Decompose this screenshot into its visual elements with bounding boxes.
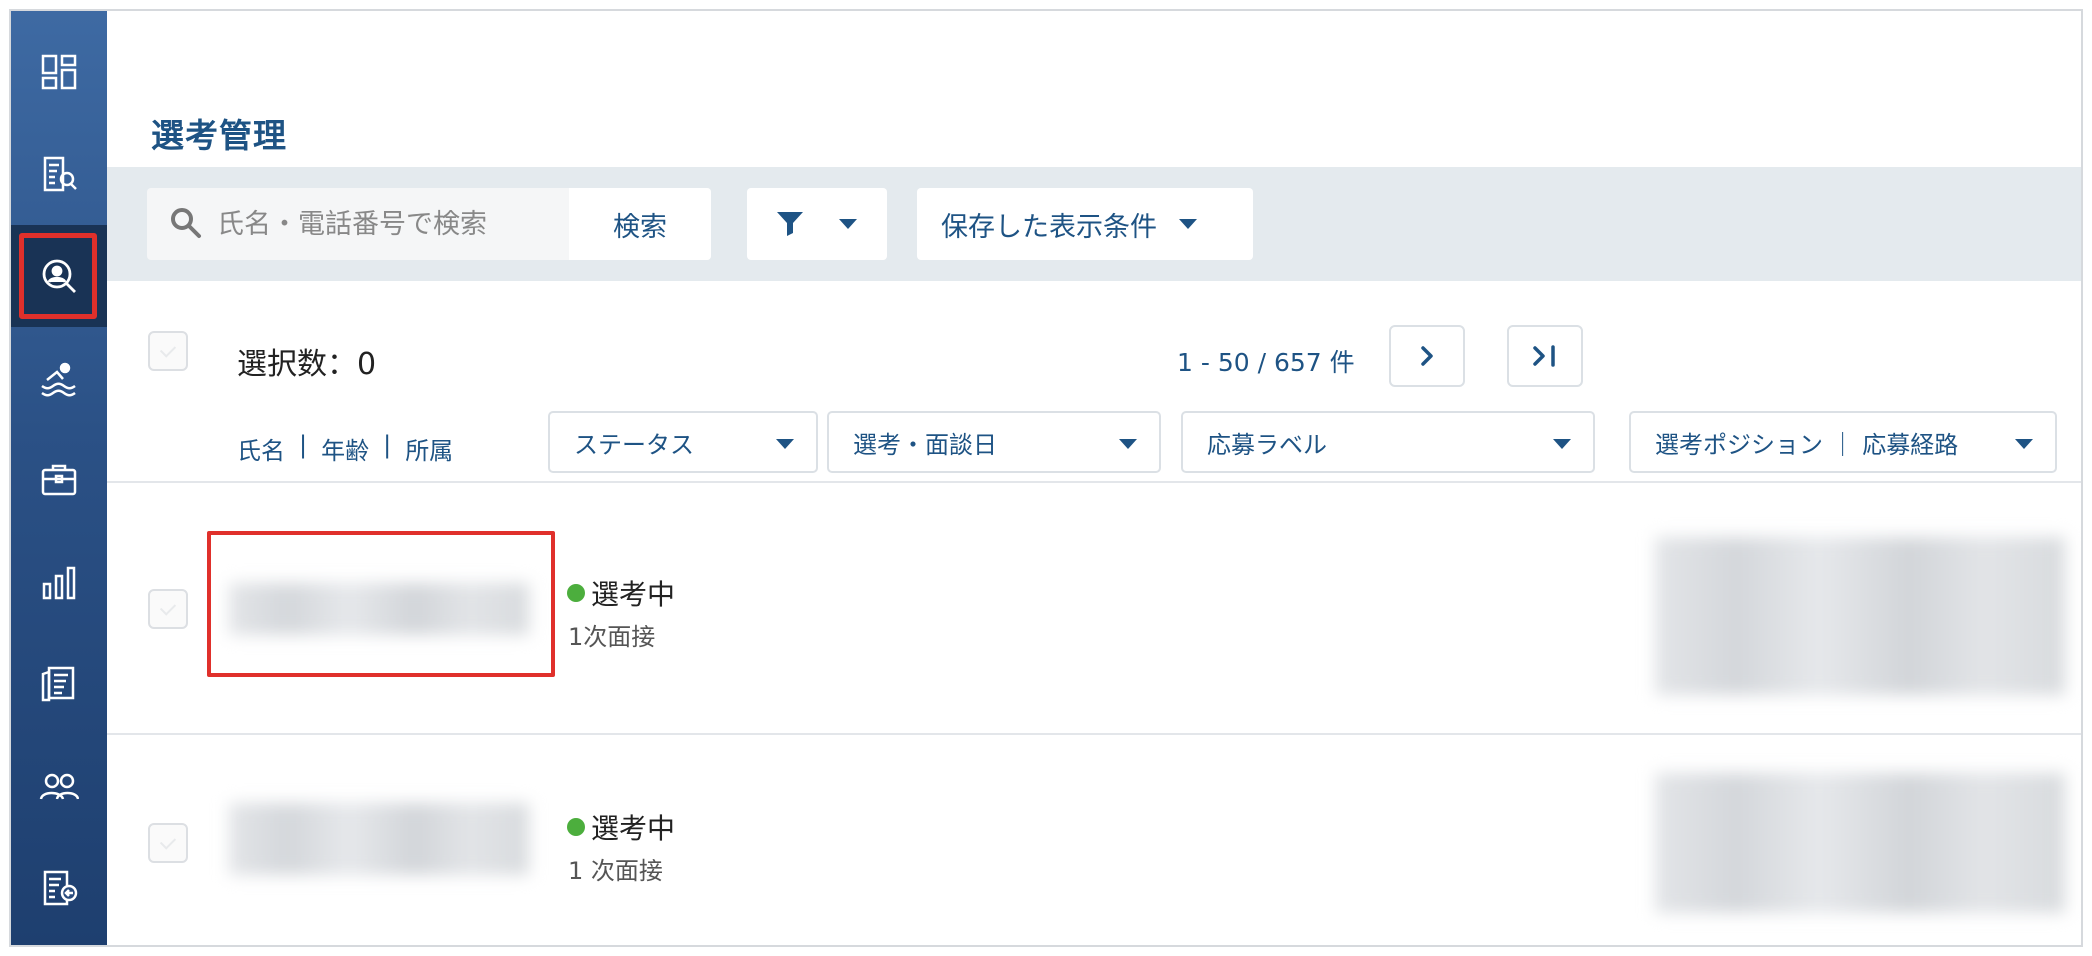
application-label-column-dropdown[interactable]: 応募ラベル xyxy=(1181,411,1595,473)
briefcase-icon xyxy=(41,464,77,496)
chevron-down-icon xyxy=(2015,439,2033,449)
status-text: 選考中 xyxy=(591,578,676,611)
position-route-redacted xyxy=(1655,537,2065,695)
separator: | xyxy=(299,431,308,459)
candidate-name-redacted[interactable] xyxy=(229,803,529,875)
sidebar-item-briefcase[interactable] xyxy=(11,429,107,531)
sidebar-item-swimmer[interactable] xyxy=(11,327,107,429)
sort-by-age[interactable]: 年齢 xyxy=(321,431,369,466)
status-badge: 選考中 xyxy=(567,573,675,613)
sidebar-item-analytics[interactable] xyxy=(11,531,107,633)
export-list-icon xyxy=(43,870,78,906)
application-label-column-label: 応募ラベル xyxy=(1207,430,1327,459)
sidebar-item-documents[interactable] xyxy=(11,633,107,735)
filter-dropdown-button[interactable] xyxy=(747,188,887,260)
chevron-down-icon xyxy=(1119,439,1137,449)
sort-by-name[interactable]: 氏名 xyxy=(237,431,285,466)
bar-chart-icon xyxy=(42,566,76,600)
search-input[interactable] xyxy=(217,188,557,260)
sidebar-item-users[interactable] xyxy=(11,735,107,837)
row-divider xyxy=(107,733,2081,735)
search-button[interactable]: 検索 xyxy=(569,188,711,260)
sidebar-item-job-search[interactable] xyxy=(11,123,107,225)
search-box: 検索 xyxy=(147,188,711,260)
chevron-down-icon xyxy=(776,439,794,449)
select-all-checkbox[interactable] xyxy=(148,331,188,371)
users-icon xyxy=(39,773,79,800)
highlight-box xyxy=(207,531,555,677)
position-route-column-label: 選考ポジション ｜ 応募経路 xyxy=(1655,430,1959,459)
selection-stage: 1 次面接 xyxy=(568,857,663,885)
status-column-dropdown[interactable]: ステータス xyxy=(548,411,818,473)
separator: | xyxy=(383,431,392,459)
status-dot xyxy=(567,818,585,836)
sidebar xyxy=(11,11,107,945)
position-route-redacted xyxy=(1655,773,2065,913)
sidebar-item-dashboard[interactable] xyxy=(11,21,107,123)
highlight-box xyxy=(19,233,97,319)
chevron-down-icon xyxy=(1553,439,1571,449)
job-search-icon xyxy=(43,156,77,192)
status-column-label: ステータス xyxy=(574,430,694,459)
chevron-down-icon xyxy=(839,219,857,229)
chevron-right-icon xyxy=(1421,346,1433,366)
position-route-column-dropdown[interactable]: 選考ポジション ｜ 応募経路 xyxy=(1629,411,2057,473)
sort-links: 氏名 | 年齢 | 所属 xyxy=(237,431,453,466)
interview-date-column-dropdown[interactable]: 選考・面談日 xyxy=(827,411,1161,473)
header-divider xyxy=(107,481,2081,483)
status-badge: 選考中 xyxy=(567,807,675,847)
dashboard-icon xyxy=(41,54,77,90)
selection-stage: 1次面接 xyxy=(568,623,656,651)
status-text: 選考中 xyxy=(591,812,676,845)
search-icon xyxy=(171,208,201,238)
row-checkbox[interactable] xyxy=(148,823,188,863)
chevron-down-icon xyxy=(1179,219,1197,229)
result-range: 1 - 50 / 657 件 xyxy=(1177,348,1355,377)
sort-by-affiliation[interactable]: 所属 xyxy=(405,431,453,466)
documents-icon xyxy=(41,666,75,702)
sidebar-item-candidate-search[interactable] xyxy=(11,225,107,327)
swimmer-icon xyxy=(41,362,76,397)
next-page-button[interactable] xyxy=(1389,325,1465,387)
status-dot xyxy=(567,584,585,602)
sidebar-item-export[interactable] xyxy=(11,837,107,939)
last-page-button[interactable] xyxy=(1507,325,1583,387)
row-checkbox[interactable] xyxy=(148,589,188,629)
interview-date-column-label: 選考・面談日 xyxy=(853,430,997,459)
saved-conditions-label: 保存した表示条件 xyxy=(941,211,1157,243)
selected-count: 選択数：0 xyxy=(237,347,377,382)
app-window: 選考管理 検索 保存した表示条件 選択数：0 1 - 50 / 657 件 氏名 xyxy=(9,9,2083,947)
filter-icon xyxy=(777,212,803,236)
page-title: 選考管理 xyxy=(151,116,287,155)
search-bar: 検索 保存した表示条件 xyxy=(107,167,2081,281)
saved-conditions-dropdown[interactable]: 保存した表示条件 xyxy=(917,188,1253,260)
last-page-icon xyxy=(1533,345,1555,367)
